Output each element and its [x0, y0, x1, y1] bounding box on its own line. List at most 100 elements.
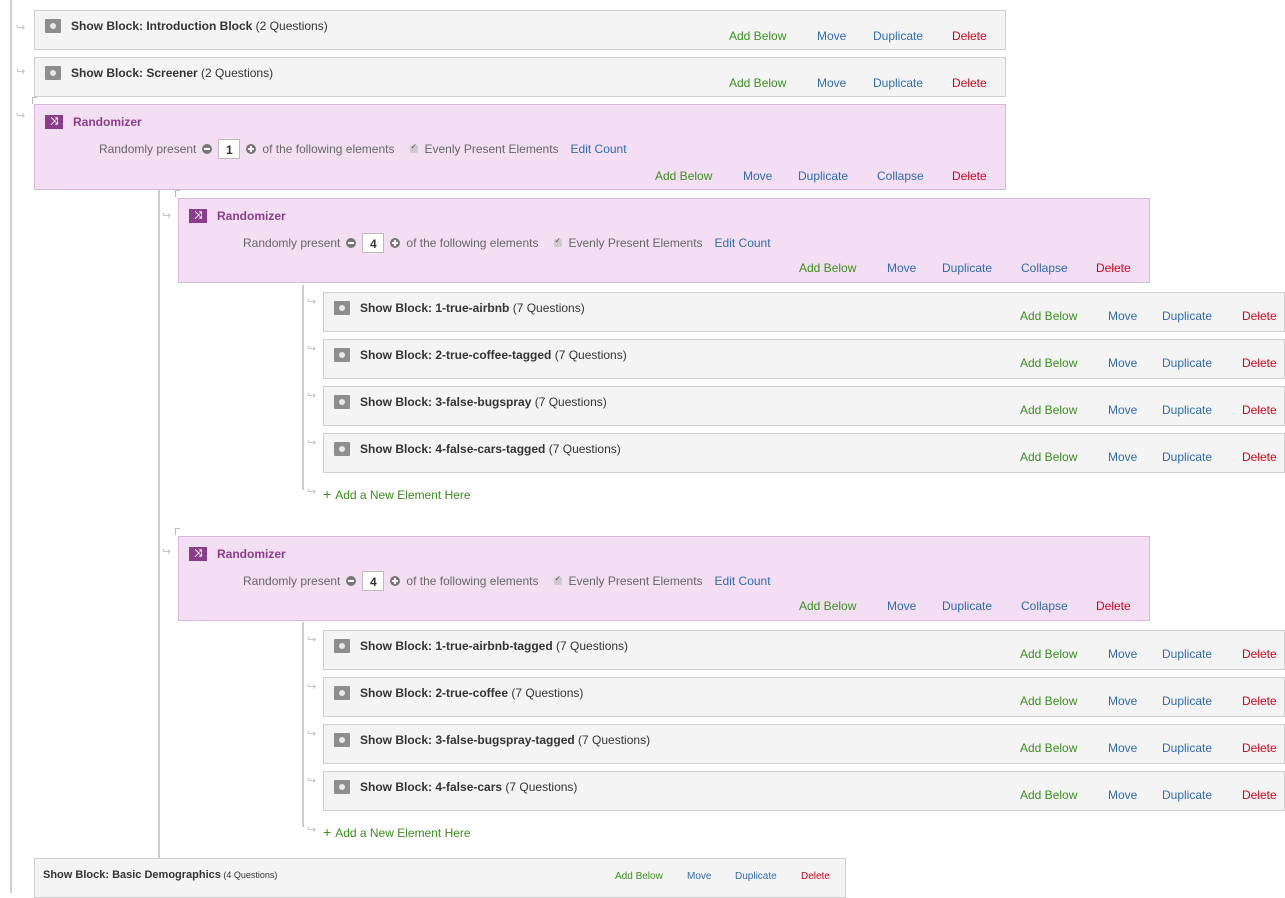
delete-button[interactable]: Delete [1242, 647, 1277, 661]
delete-button[interactable]: Delete [1242, 450, 1277, 464]
move-button[interactable]: Move [1108, 450, 1137, 464]
randomizer-b[interactable]: ⤨ Randomizer Randomly present 4 of the f… [178, 536, 1150, 621]
add-below-button[interactable]: Add Below [1020, 741, 1077, 755]
randomizer-settings: Randomly present 1 of the following elem… [99, 139, 627, 159]
delete-button[interactable]: Delete [952, 169, 987, 183]
duplicate-button[interactable]: Duplicate [735, 871, 777, 882]
delete-button[interactable]: Delete [1242, 403, 1277, 417]
block-3-false-bugspray[interactable]: Show Block: 3-false-bugspray (7 Question… [323, 386, 1285, 426]
delete-button[interactable]: Delete [1242, 694, 1277, 708]
randomizer-settings: Randomly present 4 of the following elem… [243, 233, 771, 253]
randomizer-title: Randomizer [73, 115, 142, 129]
move-button[interactable]: Move [887, 599, 916, 613]
delete-button[interactable]: Delete [952, 29, 987, 43]
move-button[interactable]: Move [1108, 309, 1137, 323]
block-2-true-coffee[interactable]: Show Block: 2-true-coffee (7 Questions) … [323, 677, 1285, 717]
block-title: Show Block: 3-false-bugspray (7 Question… [360, 395, 607, 409]
delete-button[interactable]: Delete [1242, 309, 1277, 323]
delete-button[interactable]: Delete [1242, 788, 1277, 802]
duplicate-button[interactable]: Duplicate [873, 29, 923, 43]
duplicate-button[interactable]: Duplicate [798, 169, 848, 183]
duplicate-button[interactable]: Duplicate [942, 599, 992, 613]
move-button[interactable]: Move [1108, 694, 1137, 708]
move-button[interactable]: Move [817, 76, 846, 90]
plus-icon: + [323, 486, 332, 502]
evenly-present-checkbox[interactable] [554, 574, 563, 585]
move-button[interactable]: Move [1108, 788, 1137, 802]
duplicate-button[interactable]: Duplicate [1162, 741, 1212, 755]
edit-count-link[interactable]: Edit Count [571, 142, 627, 156]
add-below-button[interactable]: Add Below [1020, 788, 1077, 802]
move-button[interactable]: Move [687, 871, 711, 882]
count-input[interactable]: 4 [362, 233, 385, 253]
add-below-button[interactable]: Add Below [729, 29, 786, 43]
flow-arrow-icon: ↪ [162, 546, 172, 558]
delete-button[interactable]: Delete [1096, 599, 1131, 613]
flow-arrow-icon: ↪ [16, 110, 26, 122]
block-4-false-cars[interactable]: Show Block: 4-false-cars (7 Questions) A… [323, 771, 1285, 811]
decrement-icon[interactable] [346, 238, 357, 248]
duplicate-button[interactable]: Duplicate [1162, 647, 1212, 661]
flow-arrow-icon: ↪ [307, 775, 317, 787]
move-button[interactable]: Move [817, 29, 846, 43]
add-below-button[interactable]: Add Below [799, 261, 856, 275]
randomizer-outer[interactable]: ⤨ Randomizer Randomly present 1 of the f… [34, 104, 1006, 190]
move-button[interactable]: Move [1108, 356, 1137, 370]
add-new-element-link[interactable]: + Add a New Element Here [323, 486, 471, 502]
increment-icon[interactable] [390, 576, 401, 586]
add-below-button[interactable]: Add Below [1020, 694, 1077, 708]
block-1-true-airbnb[interactable]: Show Block: 1-true-airbnb (7 Questions) … [323, 292, 1285, 332]
decrement-icon[interactable] [202, 144, 213, 154]
block-basic-demographics[interactable]: Show Block: Basic Demographics (4 Questi… [34, 858, 846, 898]
delete-button[interactable]: Delete [1242, 356, 1277, 370]
add-new-element-link[interactable]: + Add a New Element Here [323, 824, 471, 840]
move-button[interactable]: Move [1108, 647, 1137, 661]
increment-icon[interactable] [390, 238, 401, 248]
add-below-button[interactable]: Add Below [1020, 647, 1077, 661]
evenly-present-checkbox[interactable] [410, 142, 419, 153]
move-button[interactable]: Move [1108, 741, 1137, 755]
decrement-icon[interactable] [346, 576, 357, 586]
shuffle-icon: ⤨ [45, 115, 63, 129]
block-4-false-cars-tagged[interactable]: Show Block: 4-false-cars-tagged (7 Quest… [323, 433, 1285, 473]
block-2-true-coffee-tagged[interactable]: Show Block: 2-true-coffee-tagged (7 Ques… [323, 339, 1285, 379]
duplicate-button[interactable]: Duplicate [1162, 694, 1212, 708]
move-button[interactable]: Move [743, 169, 772, 183]
edit-count-link[interactable]: Edit Count [715, 574, 771, 588]
add-below-button[interactable]: Add Below [1020, 356, 1077, 370]
add-below-button[interactable]: Add Below [1020, 309, 1077, 323]
move-button[interactable]: Move [887, 261, 916, 275]
block-screener[interactable]: Show Block: Screener (2 Questions) Add B… [34, 57, 1006, 97]
randomizer-a[interactable]: ⤨ Randomizer Randomly present 4 of the f… [178, 198, 1150, 283]
block-3-false-bugspray-tagged[interactable]: Show Block: 3-false-bugspray-tagged (7 Q… [323, 724, 1285, 764]
duplicate-button[interactable]: Duplicate [1162, 309, 1212, 323]
delete-button[interactable]: Delete [801, 871, 830, 882]
collapse-button[interactable]: Collapse [877, 169, 924, 183]
duplicate-button[interactable]: Duplicate [942, 261, 992, 275]
duplicate-button[interactable]: Duplicate [873, 76, 923, 90]
delete-button[interactable]: Delete [1096, 261, 1131, 275]
block-1-true-airbnb-tagged[interactable]: Show Block: 1-true-airbnb-tagged (7 Ques… [323, 630, 1285, 670]
duplicate-button[interactable]: Duplicate [1162, 356, 1212, 370]
add-below-button[interactable]: Add Below [729, 76, 786, 90]
duplicate-button[interactable]: Duplicate [1162, 403, 1212, 417]
increment-icon[interactable] [246, 144, 257, 154]
add-below-button[interactable]: Add Below [655, 169, 712, 183]
add-below-button[interactable]: Add Below [1020, 450, 1077, 464]
collapse-button[interactable]: Collapse [1021, 261, 1068, 275]
add-below-button[interactable]: Add Below [799, 599, 856, 613]
count-input[interactable]: 1 [218, 139, 241, 159]
add-below-button[interactable]: Add Below [1020, 403, 1077, 417]
evenly-present-checkbox[interactable] [554, 236, 563, 247]
duplicate-button[interactable]: Duplicate [1162, 450, 1212, 464]
edit-count-link[interactable]: Edit Count [715, 236, 771, 250]
block-introduction[interactable]: Show Block: Introduction Block (2 Questi… [34, 10, 1006, 50]
block-icon [334, 780, 350, 794]
duplicate-button[interactable]: Duplicate [1162, 788, 1212, 802]
count-input[interactable]: 4 [362, 571, 385, 591]
move-button[interactable]: Move [1108, 403, 1137, 417]
add-below-button[interactable]: Add Below [615, 871, 663, 882]
collapse-button[interactable]: Collapse [1021, 599, 1068, 613]
delete-button[interactable]: Delete [952, 76, 987, 90]
delete-button[interactable]: Delete [1242, 741, 1277, 755]
